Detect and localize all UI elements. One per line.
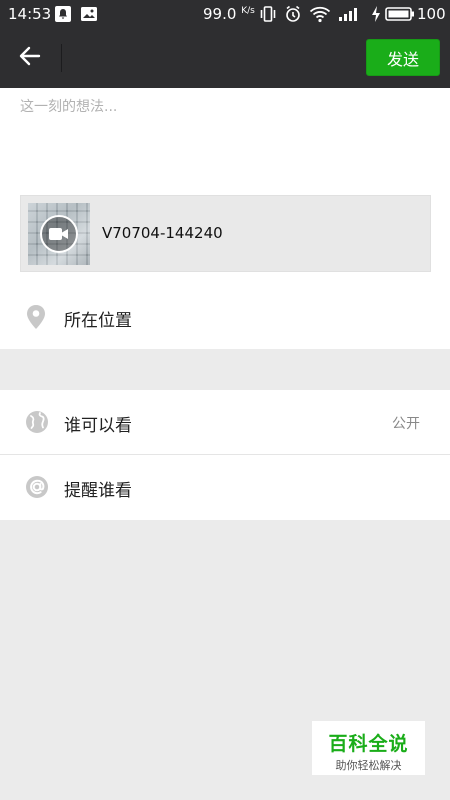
remind-row[interactable]: 提醒谁看 — [0, 455, 450, 520]
battery-icon — [385, 5, 415, 27]
visibility-row[interactable]: 谁可以看 公开 — [0, 390, 450, 455]
alarm-icon — [284, 5, 302, 27]
charging-icon — [370, 5, 382, 27]
watermark-subtitle: 助你轻松解决 — [335, 759, 402, 772]
watermark-title: 百科全说 — [328, 733, 409, 755]
arrow-left-icon — [18, 44, 42, 72]
network-speed: 99.0 K/s — [203, 5, 255, 23]
location-label: 所在位置 — [64, 311, 132, 331]
watermark-logo: 百科全说 助你轻松解决 — [312, 721, 425, 775]
wifi-icon — [309, 5, 331, 27]
video-thumbnail — [28, 203, 90, 265]
remind-label: 提醒谁看 — [64, 481, 132, 501]
video-file-name: V70704-144240 — [102, 224, 223, 242]
top-bar: 发送 — [0, 28, 450, 88]
at-sign-icon — [25, 475, 49, 503]
status-bar: 14:53 99.0 K/s 100 — [0, 0, 450, 28]
header-divider — [61, 44, 62, 72]
visibility-label: 谁可以看 — [64, 416, 132, 436]
battery-percent: 100 — [417, 5, 446, 23]
thought-input[interactable] — [20, 96, 430, 166]
send-button[interactable]: 发送 — [366, 39, 440, 76]
globe-icon — [25, 410, 49, 438]
compose-panel: V70704-144240 所在位置 — [0, 88, 450, 349]
location-row[interactable]: 所在位置 — [0, 284, 450, 349]
video-camera-icon — [40, 215, 78, 253]
location-pin-icon — [24, 304, 48, 334]
back-button[interactable] — [10, 40, 50, 76]
video-attachment[interactable]: V70704-144240 — [20, 195, 431, 272]
vibrate-icon — [259, 5, 277, 27]
status-time: 14:53 — [8, 5, 52, 23]
signal-icon — [338, 5, 362, 27]
settings-group: 谁可以看 公开 提醒谁看 — [0, 390, 450, 520]
notification-bell-icon — [54, 5, 72, 27]
image-notification-icon — [80, 5, 98, 27]
visibility-value: 公开 — [392, 416, 420, 432]
